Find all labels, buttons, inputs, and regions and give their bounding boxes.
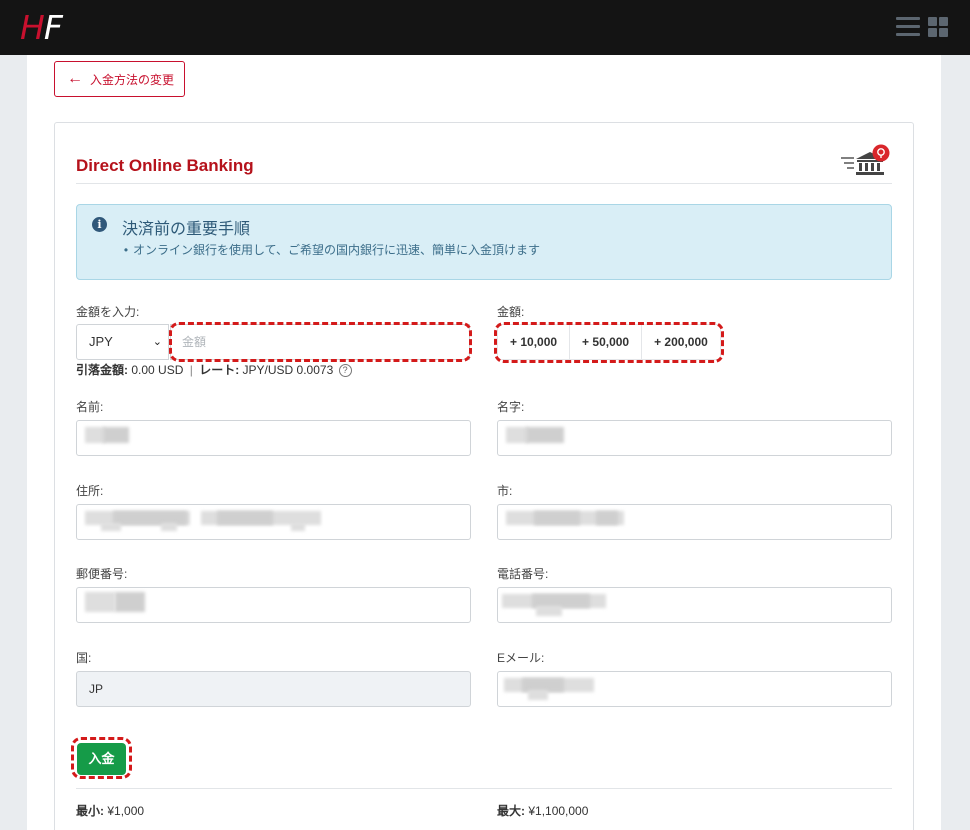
debit-label: 引落金額: [76,363,128,377]
currency-select[interactable]: JPY ⌄ [76,324,169,360]
last-name-field[interactable] [497,420,892,456]
email-field[interactable] [497,671,892,707]
alert-title: 決済前の重要手順 [122,221,251,238]
help-icon[interactable]: ? [338,364,352,378]
back-arrow-icon: ← [67,70,83,87]
logo-letter-f: F [43,8,63,47]
bank-location-icon [841,144,890,175]
info-alert: i 決済前の重要手順 • オンライン銀行を使用して、ご希望の国内銀行に迅速、簡単に… [76,204,892,280]
debit-separator: | [189,363,193,377]
max-limit: 最大: ¥1,100,000 [497,802,588,819]
city-label: 市: [497,484,513,498]
change-deposit-method-button[interactable]: ← 入金方法の変更 [54,61,185,97]
card-title: Direct Online Banking [76,156,254,175]
address-field[interactable] [76,504,471,540]
postal-code-field[interactable] [76,587,471,623]
amount-label: 金額を入力: [76,305,140,319]
debit-info: 引落金額: 0.00 USD | レート: JPY/USD 0.0073 ? [76,361,352,378]
min-limit-label: 最小: [76,804,104,818]
chevron-down-icon: ⌄ [152,336,162,348]
quick-amount-200000-button[interactable]: + 200,000 [641,324,721,360]
first-name-field[interactable] [76,420,471,456]
debit-value: 0.00 USD [131,363,184,377]
alert-body: • オンライン銀行を使用して、ご希望の国内銀行に迅速、簡単に入金頂けます [123,243,541,257]
address-label: 住所: [76,484,104,498]
amount-input[interactable] [170,324,470,360]
max-limit-label: 最大: [497,804,525,818]
quick-amount-10000-button[interactable]: + 10,000 [497,324,571,360]
city-field[interactable] [497,504,892,540]
back-button-label: 入金方法の変更 [90,72,175,87]
deposit-submit-button[interactable]: 入金 [77,743,126,775]
country-label: 国: [76,651,92,665]
top-navbar: HF [0,0,970,55]
hamburger-menu-icon[interactable] [896,17,920,37]
first-name-label: 名前: [76,400,104,414]
phone-label: 電話番号: [497,567,549,581]
rate-label: レート: [199,363,240,377]
title-divider [76,183,892,184]
quick-amount-50000-button[interactable]: + 50,000 [569,324,643,360]
hf-logo[interactable]: HF [20,8,63,47]
phone-field[interactable] [497,587,892,623]
postal-code-label: 郵便番号: [76,567,128,581]
alert-body-text: オンライン銀行を使用して、ご希望の国内銀行に迅速、簡単に入金頂けます [133,243,541,257]
max-limit-value: ¥1,100,000 [528,804,589,818]
limits-divider [76,788,892,789]
info-icon: i [92,217,107,232]
country-field: JP [76,671,471,707]
last-name-label: 名字: [497,400,525,414]
logo-letter-h: H [20,8,45,47]
min-limit-value: ¥1,000 [107,804,145,818]
currency-select-value: JPY [89,334,113,349]
min-limit: 最小: ¥1,000 [76,802,144,819]
email-label: Eメール: [497,651,545,665]
quick-amount-group: + 10,000 + 50,000 + 200,000 [497,324,721,360]
rate-value: JPY/USD 0.0073 [242,363,334,377]
grid-apps-icon[interactable] [928,17,948,37]
quick-amount-label: 金額: [497,305,525,319]
